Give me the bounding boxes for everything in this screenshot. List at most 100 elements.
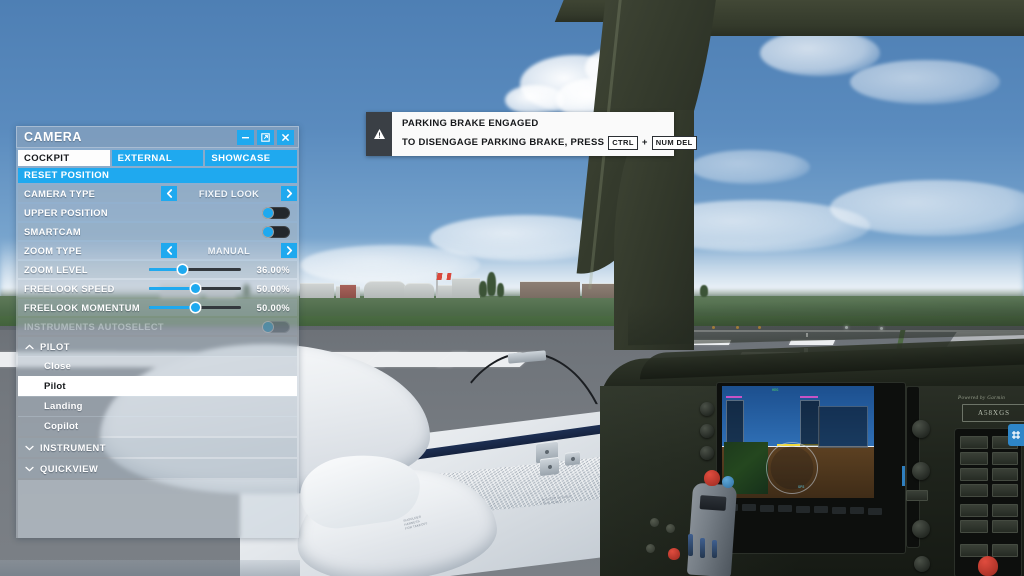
- avionics-knob: [912, 420, 930, 438]
- list-item-label: Copilot: [44, 421, 79, 432]
- freelook-momentum-slider-wrap: 50.00%: [149, 303, 297, 313]
- close-button[interactable]: [277, 129, 294, 145]
- instruments-autoselect-toggle: [262, 320, 290, 333]
- softkey: [832, 507, 846, 514]
- cloud: [830, 180, 1024, 236]
- zoom-level-slider-wrap: 36.00%: [149, 265, 297, 275]
- tab-showcase[interactable]: SHOWCASE: [205, 150, 298, 166]
- list-item-landing[interactable]: Landing: [18, 396, 297, 416]
- propeller-knob: [722, 476, 734, 488]
- notification-body: PARKING BRAKE ENGAGED TO DISENGAGE PARKI…: [392, 112, 707, 156]
- switch: [960, 436, 988, 449]
- switch: [960, 504, 988, 517]
- airport-building: [340, 284, 356, 298]
- mixture-control: [978, 556, 998, 576]
- circuit-breaker: [646, 544, 655, 553]
- freelook-momentum-label: FREELOOK MOMENTUM: [24, 302, 140, 313]
- minimize-button[interactable]: [237, 129, 254, 145]
- switch: [960, 468, 988, 481]
- switch: [992, 468, 1018, 481]
- altitude-tape: [800, 400, 820, 446]
- cloud: [505, 85, 565, 115]
- softkey: [868, 508, 882, 515]
- slider-handle[interactable]: [177, 265, 187, 274]
- tab-cockpit[interactable]: COCKPIT: [18, 150, 110, 166]
- hsi-compass: [766, 442, 818, 494]
- freelook-speed-value: 50.00%: [256, 283, 290, 294]
- avionics-indicator: [902, 466, 905, 486]
- row-smartcam: SMARTCAM: [18, 223, 297, 240]
- primary-flight-display: HDG GPS: [722, 386, 874, 498]
- group-header-pilot[interactable]: PILOT: [18, 337, 297, 356]
- popout-button[interactable]: [257, 129, 274, 145]
- chevron-left-icon[interactable]: [161, 243, 177, 258]
- zoom-type-label: ZOOM TYPE: [24, 245, 82, 256]
- zoom-type-spinner: MANUAL: [161, 243, 297, 258]
- chevron-down-icon: [18, 445, 40, 451]
- chevron-right-icon[interactable]: [281, 186, 297, 201]
- switch: [992, 544, 1018, 557]
- chevron-right-icon[interactable]: [281, 243, 297, 258]
- pfd-heading-readout: HDG: [772, 389, 779, 393]
- list-item-copilot[interactable]: Copilot: [18, 416, 297, 436]
- hangar: [404, 283, 434, 298]
- chevron-left-icon[interactable]: [161, 186, 177, 201]
- group-header-instrument[interactable]: INSTRUMENT: [18, 438, 297, 457]
- aircraft-nameplate: A58XGS: [962, 404, 1024, 422]
- fuel-cutoff: [668, 548, 680, 560]
- camera-type-value: FIXED LOOK: [198, 188, 260, 199]
- pfd-nav-readout: GPS: [798, 486, 805, 490]
- list-item-label: Pilot: [44, 381, 66, 392]
- softkey: [778, 505, 792, 512]
- list-item-close[interactable]: Close: [18, 356, 297, 376]
- zoom-level-label: ZOOM LEVEL: [24, 264, 88, 275]
- tree: [487, 272, 496, 296]
- camera-type-spinner: FIXED LOOK: [161, 186, 297, 201]
- smartcam-toggle[interactable]: [262, 225, 290, 238]
- key-num-del: NUM DEL: [651, 135, 697, 150]
- garmin-badge: Powered by Garmin: [958, 396, 1006, 401]
- windsock: [436, 273, 452, 280]
- yoke-switch-panel: [699, 495, 727, 511]
- window-sill: [0, 560, 300, 576]
- circuit-breaker: [650, 518, 659, 527]
- switch: [960, 520, 988, 533]
- tree: [497, 283, 504, 297]
- airport-building: [452, 278, 480, 298]
- upper-position-label: UPPER POSITION: [24, 207, 108, 218]
- freelook-momentum-value: 50.00%: [256, 302, 290, 313]
- switch: [992, 484, 1018, 497]
- list-item-label: Close: [44, 361, 72, 372]
- notification-instruction: TO DISENGAGE PARKING BRAKE, PRESS: [402, 137, 605, 148]
- list-item-pilot[interactable]: Pilot: [18, 376, 297, 396]
- switch: [960, 484, 988, 497]
- switch: [960, 544, 988, 557]
- camera-type-label: CAMERA TYPE: [24, 188, 96, 199]
- freelook-momentum-slider[interactable]: [149, 303, 241, 312]
- zoom-level-slider[interactable]: [149, 265, 241, 274]
- group-header-quickview[interactable]: QUICKVIEW: [18, 459, 297, 478]
- sim-badge-icon[interactable]: [1008, 424, 1024, 446]
- airspeed-tape: [726, 400, 744, 446]
- tab-external-label: EXTERNAL: [117, 152, 173, 164]
- nameplate-model: A58XGS: [977, 409, 1011, 417]
- upper-position-toggle[interactable]: [262, 206, 290, 219]
- cockpit-roof: [700, 0, 1024, 36]
- notification-title: PARKING BRAKE ENGAGED: [402, 117, 539, 129]
- smartcam-label: SMARTCAM: [24, 226, 82, 237]
- panel-titlebar[interactable]: CAMERA: [16, 126, 299, 148]
- instruments-autoselect-label: INSTRUMENTS AUTOSELECT: [24, 321, 164, 332]
- switch: [992, 452, 1018, 465]
- reset-position-button[interactable]: RESET POSITION: [18, 168, 297, 183]
- group-label-quickview: QUICKVIEW: [40, 463, 99, 474]
- slider-handle[interactable]: [190, 303, 200, 312]
- panel-knob: [700, 424, 714, 438]
- freelook-speed-slider[interactable]: [149, 284, 241, 293]
- circuit-breaker: [666, 524, 675, 533]
- row-zoom-type: ZOOM TYPE MANUAL: [18, 242, 297, 259]
- slider-handle[interactable]: [190, 284, 200, 293]
- airport-building: [300, 283, 334, 298]
- runway-centerline: [805, 340, 808, 345]
- row-instruments-autoselect: INSTRUMENTS AUTOSELECT: [18, 318, 297, 335]
- tab-external[interactable]: EXTERNAL: [111, 150, 204, 166]
